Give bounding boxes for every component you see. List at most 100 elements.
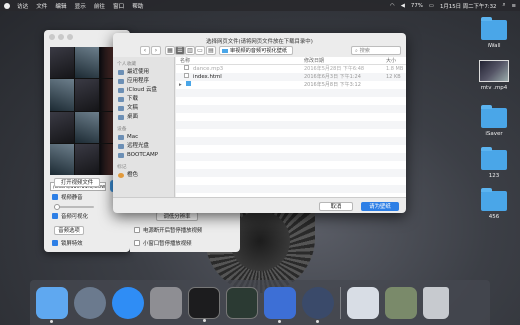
desktop-icon-label: iWall — [487, 43, 501, 49]
quicktime-icon[interactable] — [302, 286, 334, 323]
running-indicator — [50, 319, 53, 323]
drive-icon — [118, 153, 124, 158]
close-button[interactable] — [49, 34, 55, 40]
computer-icon — [118, 135, 124, 140]
sidebar-item-recents[interactable]: 最近使用 — [113, 68, 174, 77]
launchpad-icon[interactable] — [74, 286, 106, 319]
video-thumbnail[interactable] — [50, 47, 74, 79]
menubar-clock[interactable]: 1月15日 周二下午7:32 — [440, 2, 496, 10]
audio-options-button[interactable]: 音频选项 — [54, 226, 84, 235]
video-thumbnail[interactable] — [75, 47, 99, 79]
spotlight-icon[interactable]: ⌕ — [502, 2, 505, 9]
disclosure-triangle-icon[interactable]: ▸ — [179, 81, 182, 89]
slider-knob[interactable] — [54, 204, 60, 210]
system-preferences-icon[interactable] — [150, 286, 182, 319]
dialog-toolbar: ‹ › ▦ ☰ ▥ ▭ ▤ 审视频的音频可视化壁纸 ⌕ 搜索 — [113, 44, 406, 57]
sidebar-item-tag-orange[interactable]: 橙色 — [113, 171, 174, 180]
sidebar-item-remote-disc[interactable]: 远程光盘 — [113, 142, 174, 151]
checkbox-unchecked-icon — [134, 227, 140, 233]
desktop-icon-123[interactable]: 123 — [474, 147, 514, 179]
menu-bar: 访达 文件 编辑 显示 前往 窗口 帮助 ◠ ◀ 77% ▭ 1月15日 周二下… — [0, 0, 520, 11]
open-button[interactable]: 请为壁纸 — [361, 202, 399, 211]
location-popup[interactable]: 审视频的音频可视化壁纸 — [219, 46, 293, 55]
xcode-icon[interactable] — [264, 286, 296, 323]
video-thumbnail[interactable] — [50, 111, 74, 143]
video-thumbnail[interactable] — [75, 143, 99, 175]
video-mute-checkbox[interactable]: 视频静音 — [52, 193, 83, 201]
video-thumbnail[interactable] — [50, 143, 74, 175]
minimize-button[interactable] — [58, 34, 64, 40]
sidebar-item-label: 下载 — [127, 96, 139, 102]
back-button[interactable]: ‹ — [140, 46, 150, 55]
desktop-icon-iwall[interactable]: iWall — [474, 17, 514, 49]
group-button[interactable]: ▤ — [206, 46, 216, 55]
desktop-icon-mtv[interactable]: mtv .mp4 — [474, 60, 514, 91]
menu-go[interactable]: 前往 — [94, 2, 105, 10]
pause-small-window-checkbox[interactable]: 小窗口暂停播放视频 — [134, 239, 192, 247]
battery-level[interactable]: 77% — [411, 3, 423, 9]
video-thumbnail[interactable] — [75, 79, 99, 111]
pause-on-battery-label: 电源断开后暂停播放视频 — [143, 228, 203, 234]
file-date: 2016年5月8日 下午3:12 — [304, 82, 361, 88]
folder-icon — [481, 147, 507, 170]
finder-icon[interactable] — [36, 286, 68, 323]
activity-monitor-icon[interactable] — [226, 286, 258, 319]
video-thumbnail[interactable] — [50, 79, 74, 111]
sidebar-section-devices: 设备 — [117, 127, 127, 132]
disc-icon — [118, 144, 124, 149]
app-store-icon[interactable] — [112, 286, 144, 319]
checkbox-unchecked-icon — [134, 240, 140, 246]
sidebar-item-mac[interactable]: Mac — [113, 133, 174, 142]
sidebar-item-icloud[interactable]: iCloud 云盘 — [113, 86, 174, 95]
lock-effect-checkbox[interactable]: 锁屏特效 — [52, 239, 83, 247]
audio-visual-checkbox[interactable]: 音频可视化 — [52, 212, 88, 220]
sidebar-item-bootcamp[interactable]: BOOTCAMP — [113, 151, 174, 160]
sidebar-item-desktop[interactable]: 桌面 — [113, 113, 174, 122]
sidebar-item-documents[interactable]: 文稿 — [113, 104, 174, 113]
apple-menu-icon[interactable] — [4, 2, 10, 9]
file-row[interactable]: index.html 2016年6月3日 下午1:24 12 KB — [176, 73, 406, 81]
pause-on-battery-checkbox[interactable]: 电源断开后暂停播放视频 — [134, 226, 202, 234]
screenshot-stack-icon[interactable] — [347, 286, 379, 319]
open-video-button[interactable]: 打开视频文件 — [54, 178, 100, 187]
cloud-icon — [118, 88, 124, 93]
menu-edit[interactable]: 编辑 — [55, 2, 66, 10]
lower-resolution-button[interactable]: 调低分辨率 — [156, 212, 198, 221]
column-date[interactable]: 修改日期 — [304, 57, 324, 64]
column-view-button[interactable]: ▥ — [185, 46, 195, 55]
menu-view[interactable]: 显示 — [75, 2, 86, 10]
sidebar-item-downloads[interactable]: 下载 — [113, 95, 174, 104]
applications-icon — [118, 79, 124, 84]
desktop-icon-isaver[interactable]: iSaver — [474, 105, 514, 137]
menu-window[interactable]: 窗口 — [113, 2, 124, 10]
file-row[interactable]: ▸ 2016年5月8日 下午3:12 — [176, 81, 406, 89]
cancel-button[interactable]: 取消 — [319, 202, 353, 211]
menu-help[interactable]: 帮助 — [132, 2, 143, 10]
dialog-sidebar: 个人收藏 最近使用 应用程序 iCloud 云盘 下载 文稿 桌面 设备 Mac… — [113, 57, 175, 197]
desktop-icon-456[interactable]: 456 — [474, 188, 514, 220]
menu-finder[interactable]: 访达 — [17, 2, 28, 10]
zoom-button[interactable] — [67, 34, 73, 40]
list-view-button[interactable]: ☰ — [175, 46, 185, 55]
column-size[interactable]: 大小 — [386, 57, 396, 64]
gallery-view-button[interactable]: ▭ — [195, 46, 205, 55]
volume-slider[interactable] — [54, 204, 94, 210]
file-row[interactable]: dance.mp3 2016年5月28日 下午6:48 1.8 MB — [176, 65, 406, 73]
volume-icon[interactable]: ◀ — [401, 3, 405, 9]
terminal-icon[interactable] — [188, 286, 220, 322]
sidebar-item-applications[interactable]: 应用程序 — [113, 77, 174, 86]
photo-stack-icon[interactable] — [385, 286, 417, 319]
notification-center-icon[interactable]: ≡ — [511, 3, 516, 9]
folder-icon — [222, 49, 228, 53]
pause-small-window-label: 小窗口暂停播放视频 — [143, 241, 192, 247]
column-name[interactable]: 名称 — [180, 57, 190, 64]
forward-button[interactable]: › — [151, 46, 161, 55]
icon-view-button[interactable]: ▦ — [165, 46, 175, 55]
video-thumbnail[interactable] — [75, 111, 99, 143]
battery-icon[interactable]: ▭ — [429, 3, 434, 9]
trash-icon[interactable] — [423, 286, 449, 319]
menu-file[interactable]: 文件 — [36, 2, 47, 10]
wifi-icon[interactable]: ◠ — [390, 3, 395, 9]
search-field[interactable]: ⌕ 搜索 — [351, 46, 401, 55]
window-controls — [49, 34, 73, 40]
